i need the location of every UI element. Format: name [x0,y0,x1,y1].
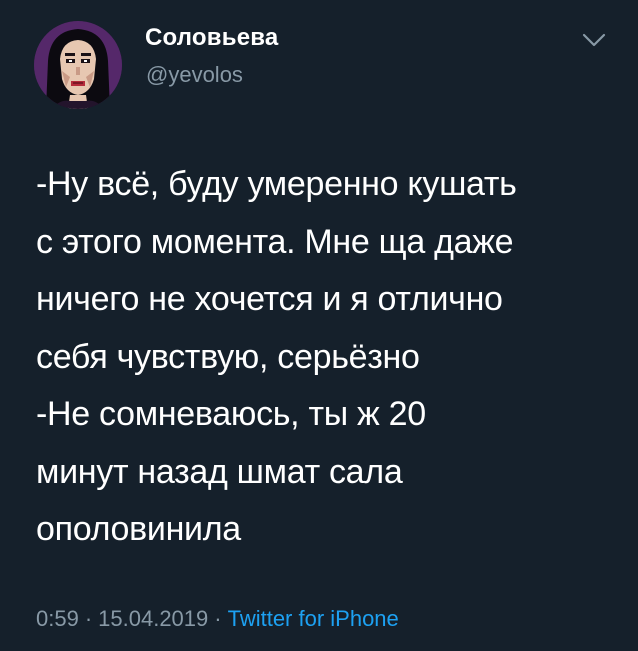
tweet-text-line: ополовинила [36,510,241,548]
tweet-text-line: -Не сомневаюсь, ты ж 20 [36,395,426,433]
tweet-text-line: минут назад шмат сала [36,452,403,491]
tweet-time[interactable]: 0:59 [36,606,79,631]
tweet-text-line: -Ну всё, буду умеренно кушать [36,165,517,203]
pixel-art-portrait-avatar-icon [34,21,122,109]
tweet-card: Соловьева @yevolos -Ну всё, буду умеренн… [0,0,638,651]
avatar[interactable] [34,21,122,109]
display-name[interactable]: Соловьева [145,24,278,52]
meta-separator: · [84,606,93,631]
tweet-text-line: ничего не хочется и я отлично [36,280,503,318]
meta-separator: · [214,606,222,631]
tweet-meta: 0:59 · 15.04.2019 · Twitter for iPhone [36,606,399,632]
tweet-text-line: себя чувствую, серьёзно [36,337,420,376]
tweet-text: -Ну всё, буду умеренно кушать с этого мо… [36,156,616,559]
chevron-down-icon[interactable] [582,30,606,50]
tweet-date[interactable]: 15.04.2019 [98,606,208,631]
tweet-text-line: с этого момента. Мне ща даже [36,222,514,261]
tweet-source-link[interactable]: Twitter for iPhone [228,606,399,631]
user-handle[interactable]: @yevolos [146,62,243,88]
